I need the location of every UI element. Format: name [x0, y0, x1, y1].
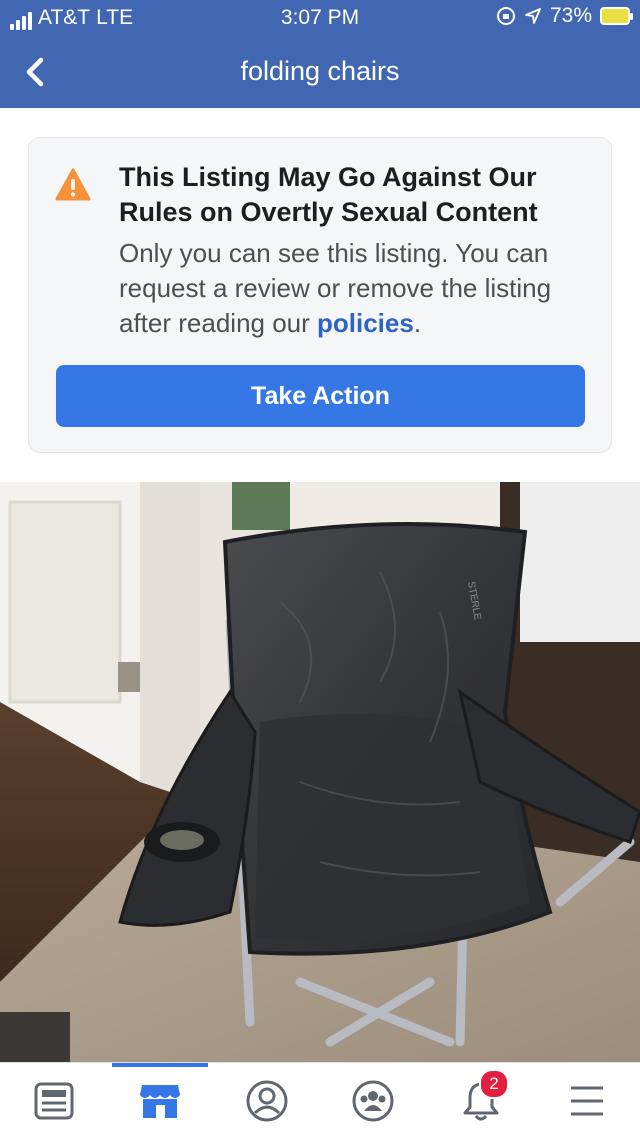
groups-icon [352, 1080, 394, 1122]
tab-groups[interactable] [347, 1075, 399, 1127]
take-action-button[interactable]: Take Action [56, 365, 585, 427]
status-bar: AT&T LTE 3:07 PM 73% [0, 0, 640, 34]
tab-marketplace[interactable] [134, 1075, 186, 1127]
profile-icon [246, 1080, 288, 1122]
news-feed-icon [34, 1082, 74, 1120]
warning-triangle-icon [55, 168, 91, 201]
battery-icon [600, 7, 633, 25]
tab-menu[interactable] [561, 1075, 613, 1127]
tab-notifications[interactable]: 2 [455, 1069, 509, 1127]
active-tab-indicator [112, 1063, 208, 1067]
bottom-tab-bar: 2 [0, 1062, 640, 1138]
policy-warning-card: This Listing May Go Against Our Rules on… [28, 137, 612, 453]
orientation-lock-icon [496, 7, 515, 25]
nav-bar: folding chairs [0, 40, 640, 104]
page-title: folding chairs [240, 56, 400, 86]
warning-title: This Listing May Go Against Our Rules on… [119, 162, 538, 227]
folding-chair-image: STERLE [0, 482, 640, 1062]
location-arrow-icon [525, 8, 541, 24]
listing-photo[interactable]: STERLE [0, 482, 640, 1062]
battery-percent: 73% [549, 4, 592, 27]
top-bar: AT&T LTE 3:07 PM 73% folding chairs [0, 0, 640, 108]
marketplace-icon [140, 1085, 180, 1118]
warning-body: Only you can see this listing. You can r… [119, 236, 589, 341]
status-right: 73% [496, 4, 633, 28]
tab-profile[interactable] [241, 1075, 293, 1127]
menu-icon [571, 1086, 603, 1116]
notification-badge: 2 [479, 1069, 509, 1099]
warning-body-end: . [413, 308, 422, 338]
policies-link[interactable]: policies [317, 308, 414, 338]
tab-news-feed[interactable] [28, 1075, 80, 1127]
